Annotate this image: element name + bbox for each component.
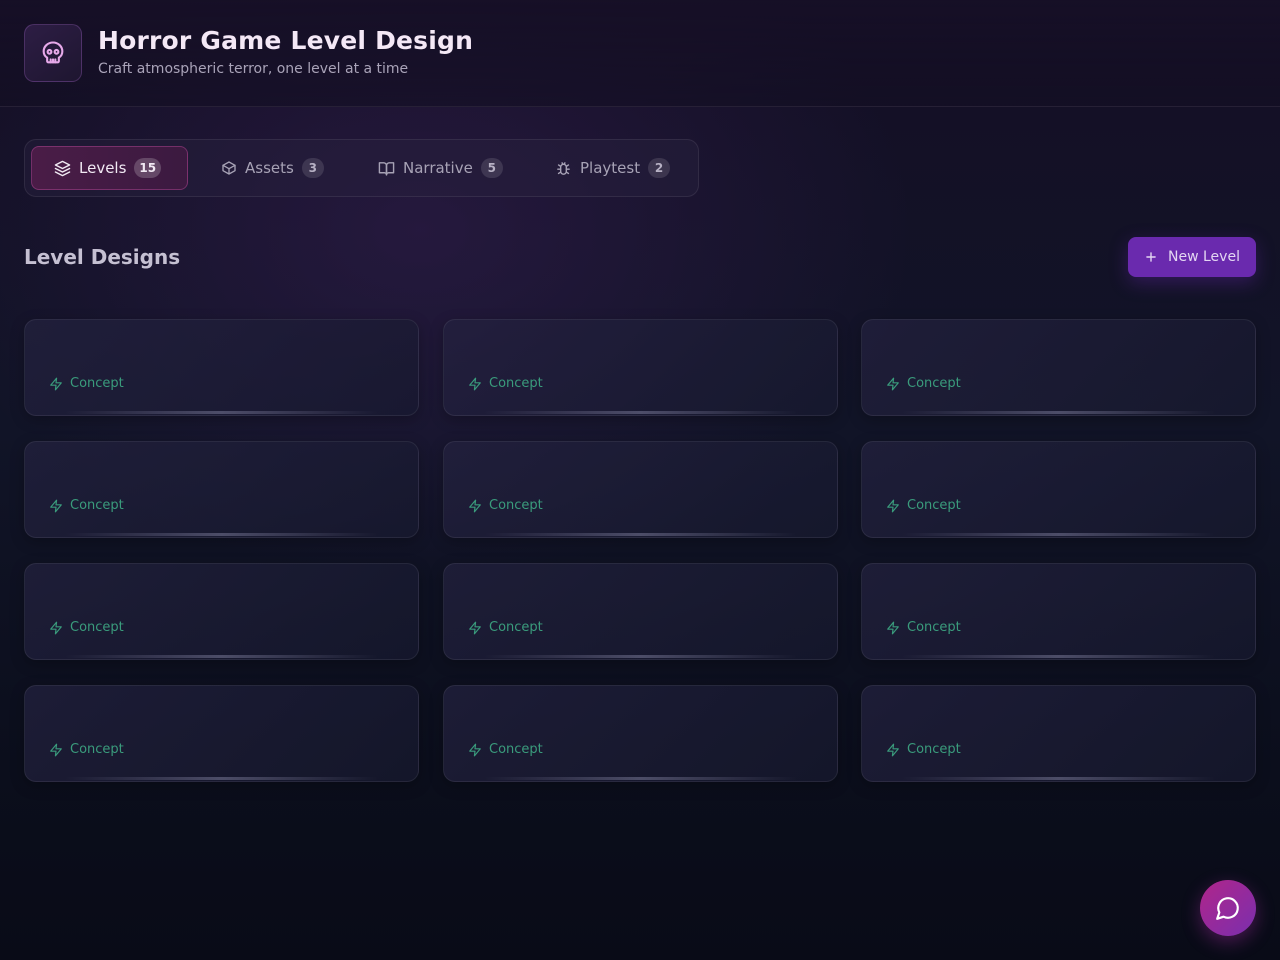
book-icon [378, 161, 395, 176]
status-badge: Concept [49, 498, 124, 513]
zap-icon [469, 743, 481, 756]
status-label: Concept [907, 742, 961, 757]
status-label: Concept [70, 742, 124, 757]
level-card[interactable]: Concept [443, 441, 838, 538]
tab-count-badge: 5 [480, 158, 503, 178]
card-progress-bar [902, 411, 1215, 414]
status-badge: Concept [886, 498, 961, 513]
level-card[interactable]: Concept [443, 319, 838, 416]
tab-count-badge: 15 [134, 158, 162, 178]
zap-icon [887, 621, 899, 634]
card-progress-bar [902, 655, 1215, 658]
page-title: Horror Game Level Design [98, 26, 474, 55]
level-card[interactable]: Concept [24, 685, 419, 782]
status-label: Concept [489, 376, 543, 391]
tab-count-badge: 2 [648, 158, 671, 178]
bug-icon [557, 161, 570, 175]
app-header: Horror Game Level Design Craft atmospher… [0, 0, 1280, 107]
chat-fab-button[interactable] [1200, 880, 1256, 936]
tab-levels[interactable]: Levels 15 [31, 146, 188, 190]
level-card[interactable]: Concept [443, 685, 838, 782]
page-subtitle: Craft atmospheric terror, one level at a… [98, 61, 409, 77]
status-badge: Concept [886, 376, 961, 391]
zap-icon [887, 377, 899, 390]
zap-icon [469, 377, 481, 390]
layers-icon [54, 160, 71, 176]
tab-assets[interactable]: Assets 3 [199, 146, 346, 190]
card-progress-bar [902, 533, 1215, 536]
status-label: Concept [70, 376, 124, 391]
card-progress-bar [484, 777, 797, 780]
zap-icon [50, 743, 62, 756]
box-icon [222, 161, 236, 175]
status-badge: Concept [468, 742, 543, 757]
tab-bar: Levels 15 Assets 3 Narrative 5 Playtest … [24, 139, 699, 197]
zap-icon [887, 499, 899, 512]
plus-icon [1146, 252, 1156, 262]
tab-count-badge: 3 [301, 158, 324, 178]
status-label: Concept [907, 376, 961, 391]
status-label: Concept [70, 498, 124, 513]
tab-label: Assets [245, 159, 294, 177]
level-card[interactable]: Concept [861, 441, 1256, 538]
card-progress-bar [65, 777, 378, 780]
status-label: Concept [489, 742, 543, 757]
status-badge: Concept [49, 620, 124, 635]
card-progress-bar [484, 411, 797, 414]
zap-icon [50, 499, 62, 512]
card-progress-bar [65, 411, 378, 414]
card-progress-bar [65, 533, 378, 536]
status-label: Concept [907, 498, 961, 513]
zap-icon [887, 743, 899, 756]
skull-icon [42, 41, 64, 64]
status-badge: Concept [49, 742, 124, 757]
status-label: Concept [70, 620, 124, 635]
new-level-button[interactable]: New Level [1128, 237, 1256, 277]
status-badge: Concept [468, 376, 543, 391]
tab-narrative[interactable]: Narrative 5 [356, 146, 525, 190]
zap-icon [50, 621, 62, 634]
level-card[interactable]: Concept [861, 685, 1256, 782]
section-title: Level Designs [24, 245, 181, 269]
new-level-label: New Level [1168, 249, 1240, 265]
status-badge: Concept [886, 620, 961, 635]
chat-bubble-icon [1216, 897, 1239, 920]
level-card[interactable]: Concept [861, 319, 1256, 416]
status-badge: Concept [49, 376, 124, 391]
tab-label: Levels [79, 159, 127, 177]
status-badge: Concept [468, 620, 543, 635]
status-badge: Concept [886, 742, 961, 757]
zap-icon [50, 377, 62, 390]
level-card[interactable]: Concept [443, 563, 838, 660]
app-logo [24, 24, 82, 82]
card-progress-bar [484, 655, 797, 658]
zap-icon [469, 621, 481, 634]
zap-icon [469, 499, 481, 512]
tab-label: Playtest [580, 159, 641, 177]
level-card[interactable]: Concept [861, 563, 1256, 660]
level-card[interactable]: Concept [24, 319, 419, 416]
card-progress-bar [484, 533, 797, 536]
card-progress-bar [65, 655, 378, 658]
level-card[interactable]: Concept [24, 441, 419, 538]
status-label: Concept [907, 620, 961, 635]
tab-playtest[interactable]: Playtest 2 [533, 146, 692, 190]
status-label: Concept [489, 620, 543, 635]
tab-label: Narrative [403, 159, 473, 177]
status-badge: Concept [468, 498, 543, 513]
status-label: Concept [489, 498, 543, 513]
card-progress-bar [902, 777, 1215, 780]
level-card[interactable]: Concept [24, 563, 419, 660]
